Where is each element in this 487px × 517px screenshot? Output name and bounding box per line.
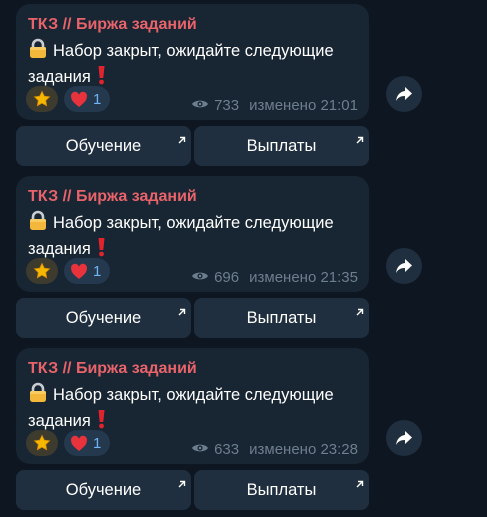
payouts-button-label: Выплаты (246, 136, 317, 155)
inline-keyboard: Обучение Выплаты (16, 126, 369, 166)
views-count: 733 (214, 97, 240, 114)
message-line-1: Набор закрыт, ожидайте следующие (53, 42, 334, 60)
message-bubble: ТКЗ // Биржа заданий Набор закрыт, ожида… (16, 176, 369, 292)
channel-name[interactable]: ТКЗ // Биржа заданий (28, 360, 197, 378)
share-button[interactable] (386, 76, 422, 112)
training-button[interactable]: Обучение (16, 298, 191, 338)
training-button[interactable]: Обучение (16, 470, 191, 510)
lock-icon (28, 38, 48, 65)
channel-post: ТКЗ // Биржа заданий Набор закрыт, ожида… (16, 348, 369, 510)
share-arrow-icon (396, 87, 412, 101)
share-arrow-icon (396, 259, 412, 273)
star-icon (33, 90, 51, 107)
edited-time: изменено 23:28 (249, 441, 358, 458)
training-button-label: Обучение (65, 480, 142, 499)
message-line-2: задания (28, 68, 91, 86)
channel-name[interactable]: ТКЗ // Биржа заданий (28, 188, 197, 206)
external-link-icon (355, 131, 364, 150)
share-button[interactable] (386, 420, 422, 456)
message-line-2: задания (28, 240, 91, 258)
star-icon (33, 262, 51, 279)
heart-count: 1 (93, 90, 102, 108)
views-count: 633 (214, 441, 240, 458)
heart-count: 1 (93, 434, 102, 452)
channel-post: ТКЗ // Биржа заданий Набор закрыт, ожида… (16, 4, 369, 166)
eye-icon (191, 441, 209, 458)
payouts-button[interactable]: Выплаты (194, 126, 369, 166)
payouts-button-label: Выплаты (246, 480, 317, 499)
payouts-button[interactable]: Выплаты (194, 470, 369, 510)
heart-icon (71, 435, 87, 451)
heart-reaction[interactable]: 1 (64, 86, 110, 112)
lock-icon (28, 382, 48, 409)
heart-reaction[interactable]: 1 (64, 258, 110, 284)
external-link-icon (177, 475, 186, 494)
heart-icon (71, 263, 87, 279)
star-reaction[interactable] (26, 86, 58, 112)
heart-reaction[interactable]: 1 (64, 430, 110, 456)
message-line-1: Набор закрыт, ожидайте следующие (53, 214, 334, 232)
eye-icon (191, 97, 209, 114)
training-button-label: Обучение (65, 136, 142, 155)
inline-keyboard: Обучение Выплаты (16, 470, 369, 510)
star-reaction[interactable] (26, 258, 58, 284)
training-button-label: Обучение (65, 308, 142, 327)
payouts-button-label: Выплаты (246, 308, 317, 327)
message-meta: 696 изменено 21:35 (191, 269, 358, 286)
message-line-2: задания (28, 412, 91, 430)
payouts-button[interactable]: Выплаты (194, 298, 369, 338)
external-link-icon (177, 131, 186, 150)
message-text: Набор закрыт, ожидайте следующие задания (28, 210, 364, 263)
edited-time: изменено 21:35 (249, 269, 358, 286)
message-text: Набор закрыт, ожидайте следующие задания (28, 38, 364, 91)
message-line-1: Набор закрыт, ожидайте следующие (53, 386, 334, 404)
channel-name[interactable]: ТКЗ // Биржа заданий (28, 16, 197, 34)
external-link-icon (177, 303, 186, 322)
heart-icon (71, 91, 87, 107)
message-text: Набор закрыт, ожидайте следующие задания (28, 382, 364, 435)
share-arrow-icon (396, 431, 412, 445)
edited-time: изменено 21:01 (249, 97, 358, 114)
heart-count: 1 (93, 262, 102, 280)
star-reaction[interactable] (26, 430, 58, 456)
external-link-icon (355, 303, 364, 322)
share-button[interactable] (386, 248, 422, 284)
training-button[interactable]: Обучение (16, 126, 191, 166)
views-count: 696 (214, 269, 240, 286)
star-icon (33, 434, 51, 451)
channel-post: ТКЗ // Биржа заданий Набор закрыт, ожида… (16, 176, 369, 338)
message-bubble: ТКЗ // Биржа заданий Набор закрыт, ожида… (16, 4, 369, 120)
inline-keyboard: Обучение Выплаты (16, 298, 369, 338)
message-meta: 733 изменено 21:01 (191, 97, 358, 114)
message-bubble: ТКЗ // Биржа заданий Набор закрыт, ожида… (16, 348, 369, 464)
lock-icon (28, 210, 48, 237)
external-link-icon (355, 475, 364, 494)
eye-icon (191, 269, 209, 286)
message-meta: 633 изменено 23:28 (191, 441, 358, 458)
